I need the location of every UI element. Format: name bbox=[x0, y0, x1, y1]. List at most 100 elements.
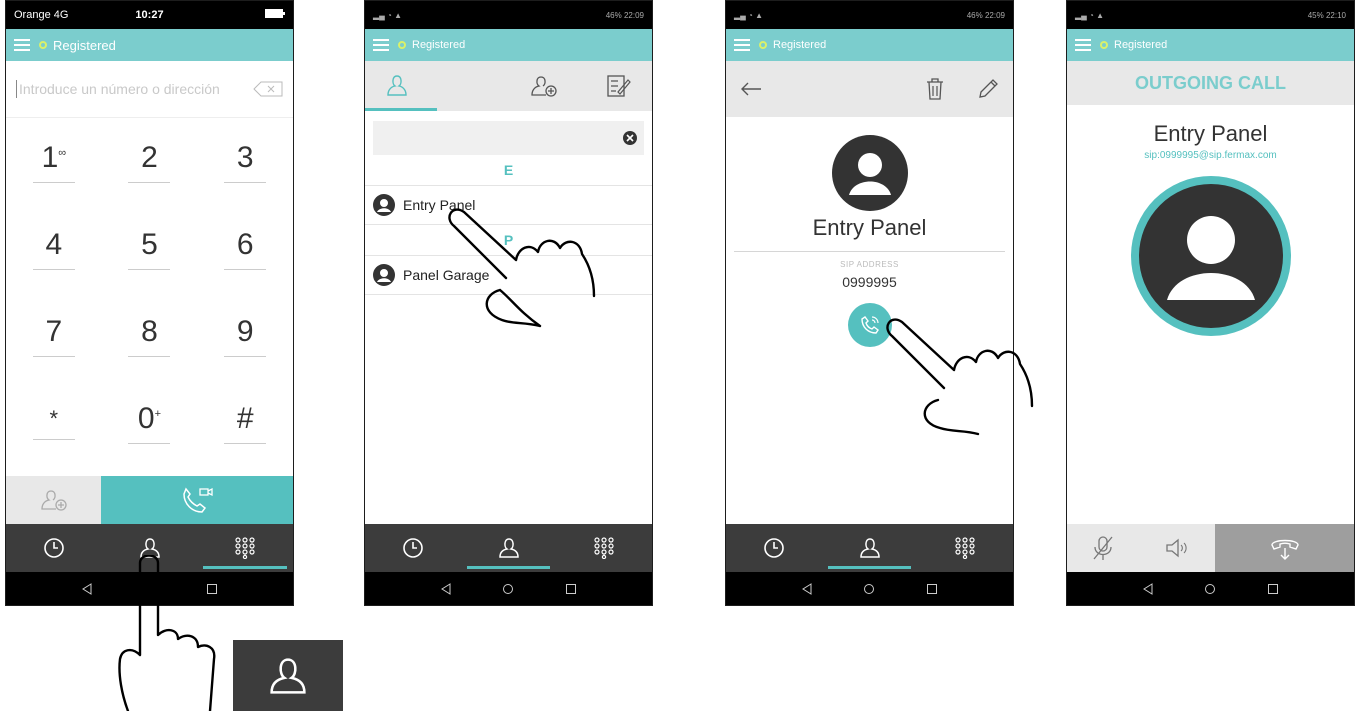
call-button[interactable] bbox=[847, 303, 892, 347]
key-7[interactable]: 7 bbox=[6, 292, 102, 379]
clock-icon bbox=[44, 538, 64, 558]
pencil-icon[interactable] bbox=[977, 78, 999, 100]
contacts-toolbar bbox=[365, 61, 652, 111]
system-nav bbox=[365, 572, 652, 605]
bottom-nav bbox=[365, 524, 652, 572]
home-icon[interactable] bbox=[143, 583, 155, 595]
status-bar: ▂▄ ◔ ▲ 46% 22:09 bbox=[365, 1, 652, 29]
contact-item-entry-panel[interactable]: Entry Panel bbox=[365, 186, 652, 225]
nav-contacts[interactable] bbox=[822, 524, 918, 572]
nav-history[interactable] bbox=[365, 524, 461, 572]
detail-toolbar bbox=[726, 61, 1013, 117]
number-address-input[interactable] bbox=[16, 80, 253, 98]
keypad-icon bbox=[594, 537, 614, 559]
contact-name: Entry Panel bbox=[403, 197, 476, 213]
key-9[interactable]: 9 bbox=[197, 292, 293, 379]
carrier-label: Orange 4G bbox=[14, 9, 69, 21]
contact-avatar-icon bbox=[373, 264, 395, 286]
recents-icon[interactable] bbox=[1267, 583, 1279, 595]
dial-input-row bbox=[6, 61, 293, 118]
contact-name: Panel Garage bbox=[403, 267, 490, 283]
home-icon[interactable] bbox=[502, 583, 514, 595]
nav-contacts[interactable] bbox=[102, 524, 198, 572]
back-icon[interactable] bbox=[1142, 582, 1154, 595]
registration-status: Registered bbox=[1114, 39, 1168, 51]
outgoing-call-title: OUTGOING CALL bbox=[1067, 61, 1354, 105]
clock-icon bbox=[764, 538, 784, 558]
contact-search-input[interactable] bbox=[373, 121, 648, 157]
recents-icon[interactable] bbox=[206, 583, 218, 595]
key-6[interactable]: 6 bbox=[197, 205, 293, 292]
avatar-icon bbox=[1130, 176, 1291, 336]
phone-call-icon bbox=[860, 316, 879, 334]
backspace-icon[interactable] bbox=[253, 81, 283, 97]
contact-item-panel-garage[interactable]: Panel Garage bbox=[365, 256, 652, 295]
registered-indicator-icon bbox=[759, 41, 767, 49]
back-icon[interactable] bbox=[801, 582, 813, 595]
clear-search-icon[interactable] bbox=[622, 130, 638, 146]
home-icon[interactable] bbox=[863, 583, 875, 595]
add-contact-icon[interactable] bbox=[530, 75, 557, 97]
section-header-p: P bbox=[365, 225, 652, 256]
add-contact-button[interactable] bbox=[6, 476, 101, 524]
app-bar: Registered bbox=[726, 29, 1013, 61]
key-2[interactable]: 2 bbox=[102, 118, 198, 205]
video-call-button[interactable] bbox=[101, 476, 293, 524]
registered-indicator-icon bbox=[1100, 41, 1108, 49]
mic-off-icon bbox=[1093, 536, 1113, 560]
section-header-e: E bbox=[365, 155, 652, 186]
back-arrow-icon[interactable] bbox=[740, 81, 762, 97]
contacts-icon bbox=[498, 538, 519, 558]
status-right: 46% 22:09 bbox=[605, 10, 644, 20]
status-bar: Orange 4G 10:27 bbox=[6, 1, 293, 29]
clock: 10:27 bbox=[135, 9, 164, 21]
key-4[interactable]: 4 bbox=[6, 205, 102, 292]
home-icon[interactable] bbox=[1204, 583, 1216, 595]
registration-status: Registered bbox=[412, 39, 466, 51]
registered-indicator-icon bbox=[39, 41, 47, 49]
system-nav bbox=[1067, 572, 1354, 605]
menu-icon[interactable] bbox=[734, 39, 750, 51]
mute-button[interactable] bbox=[1067, 524, 1139, 572]
contacts-tab-icon[interactable] bbox=[385, 74, 411, 98]
clock-icon bbox=[403, 538, 423, 558]
nav-history[interactable] bbox=[6, 524, 102, 572]
nav-keypad[interactable] bbox=[197, 524, 293, 572]
contact-avatar-icon bbox=[373, 194, 395, 216]
call-controls bbox=[1067, 524, 1354, 572]
recents-icon[interactable] bbox=[926, 583, 938, 595]
edit-list-icon[interactable] bbox=[606, 74, 632, 98]
phone-dialer: Orange 4G 10:27 Registered 1∞ 2 3 4 5 6 … bbox=[5, 0, 294, 606]
callee-avatar bbox=[1067, 174, 1354, 338]
nav-contacts[interactable] bbox=[461, 524, 557, 572]
menu-icon[interactable] bbox=[14, 39, 30, 51]
status-bar: ▂▄ ◔ ▲ 45% 22:10 bbox=[1067, 1, 1354, 29]
sip-address-label: SIP ADDRESS bbox=[840, 260, 899, 269]
hang-up-icon bbox=[1270, 539, 1299, 560]
nav-keypad[interactable] bbox=[917, 524, 1013, 572]
menu-icon[interactable] bbox=[1075, 39, 1091, 51]
key-5[interactable]: 5 bbox=[102, 205, 198, 292]
back-icon[interactable] bbox=[440, 582, 452, 595]
app-bar: Registered bbox=[6, 29, 293, 61]
key-hash[interactable]: # bbox=[197, 379, 293, 466]
key-0[interactable]: 0+ bbox=[102, 379, 198, 466]
video-call-icon bbox=[183, 487, 213, 513]
nav-keypad[interactable] bbox=[556, 524, 652, 572]
key-star[interactable]: * bbox=[6, 379, 102, 466]
back-icon[interactable] bbox=[81, 582, 93, 595]
recents-icon[interactable] bbox=[565, 583, 577, 595]
key-8[interactable]: 8 bbox=[102, 292, 198, 379]
system-nav bbox=[6, 572, 293, 605]
speaker-button[interactable] bbox=[1139, 524, 1215, 572]
bottom-nav bbox=[726, 524, 1013, 572]
trash-icon[interactable] bbox=[925, 77, 945, 101]
nav-history[interactable] bbox=[726, 524, 822, 572]
hang-up-button[interactable] bbox=[1215, 524, 1354, 572]
key-1[interactable]: 1∞ bbox=[6, 118, 102, 205]
sip-address-value: 0999995 bbox=[842, 274, 897, 290]
phone-outgoing-call: ▂▄ ◔ ▲ 45% 22:10 Registered OUTGOING CAL… bbox=[1066, 0, 1355, 606]
key-3[interactable]: 3 bbox=[197, 118, 293, 205]
contact-avatar bbox=[726, 135, 1013, 211]
menu-icon[interactable] bbox=[373, 39, 389, 51]
